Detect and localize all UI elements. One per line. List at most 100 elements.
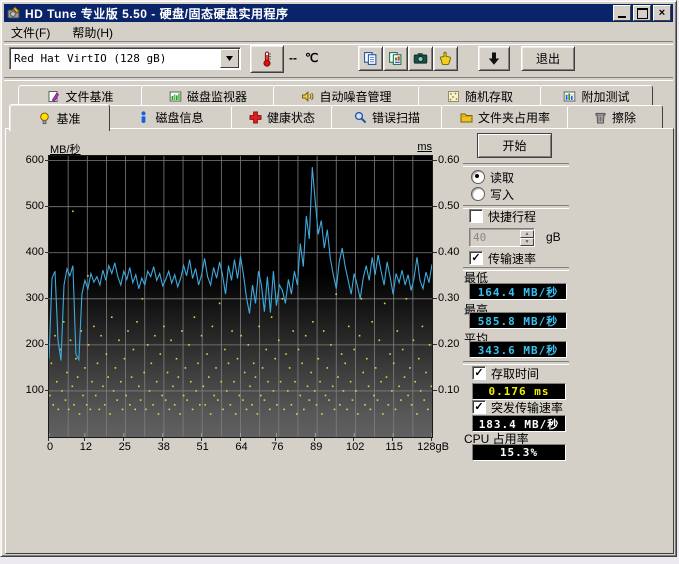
tab-label: 文件夹占用率	[478, 109, 550, 126]
burst-rate-label[interactable]: 突发传输速率	[491, 399, 563, 416]
tab-label: 擦除	[612, 109, 636, 126]
read-radio[interactable]	[471, 170, 485, 184]
right-axis-label: 0.10	[438, 384, 459, 396]
tab-benchmark[interactable]: 基准	[9, 104, 110, 131]
app-icon	[7, 6, 21, 20]
axis-tick	[433, 206, 437, 207]
disk-info-icon	[137, 111, 150, 124]
axis-tick	[201, 438, 202, 441]
right-axis-label: 0.30	[438, 292, 459, 304]
right-axis-label: 0.50	[438, 200, 459, 212]
screenshot-button[interactable]	[408, 46, 433, 71]
axis-tick	[275, 438, 276, 441]
x-axis-label: 51	[181, 441, 225, 453]
spinner-buttons[interactable]: ▲ ▼	[520, 230, 534, 245]
short-stroke-spinner[interactable]: 40 ▲ ▼	[469, 228, 535, 247]
speaker-icon	[301, 90, 314, 103]
tab-erase[interactable]: 擦除	[567, 105, 663, 130]
x-axis-label: 115	[372, 441, 416, 453]
right-axis-label: 0.20	[438, 338, 459, 350]
burst-rate-checkbox[interactable]: ✓	[472, 400, 486, 414]
axis-tick	[48, 438, 49, 441]
write-radio[interactable]	[471, 187, 485, 201]
tab-extra-tests[interactable]: 附加测试	[540, 85, 653, 107]
left-axis-label: 300	[18, 292, 44, 304]
left-axis-label: 100	[18, 384, 44, 396]
spin-down-icon[interactable]: ▼	[520, 238, 534, 246]
spin-up-icon[interactable]: ▲	[520, 230, 534, 238]
maximize-icon	[637, 8, 648, 19]
axis-tick	[45, 206, 49, 207]
app-window: HD Tune 专业版 5.50 - 硬盘/固态硬盘实用程序 × 文件(F) 帮…	[0, 0, 677, 557]
axis-tick	[84, 438, 85, 441]
x-axis-label: 12	[64, 441, 108, 453]
tab-folder-usage[interactable]: 文件夹占用率	[441, 105, 569, 130]
tab-label: 文件基准	[65, 88, 113, 105]
tab-label: 基准	[56, 110, 80, 127]
hand-icon	[438, 51, 453, 66]
temperature-button[interactable]	[250, 45, 284, 73]
menu-file[interactable]: 文件(F)	[5, 23, 56, 42]
hand-button[interactable]	[433, 46, 458, 71]
short-stroke-value: 40	[470, 231, 520, 244]
tab-label: 附加测试	[581, 88, 629, 105]
transfer-rate-label[interactable]: 传输速率	[488, 250, 536, 267]
axis-tick	[123, 438, 124, 441]
write-label[interactable]: 写入	[490, 186, 514, 203]
short-stroke-unit: gB	[546, 230, 561, 244]
close-icon: ×	[659, 8, 665, 19]
max-value: 585.8 MB/秒	[469, 312, 567, 329]
right-axis-unit: ms	[398, 141, 432, 153]
short-stroke-checkbox[interactable]	[469, 209, 483, 223]
divider	[463, 163, 569, 167]
axis-tick	[45, 298, 49, 299]
close-button[interactable]: ×	[653, 5, 671, 21]
menu-bar: 文件(F) 帮助(H)	[5, 24, 672, 41]
tab-error-scan[interactable]: 错误扫描	[331, 105, 443, 130]
copy-image-button[interactable]	[383, 46, 408, 71]
x-axis-label: 102	[333, 441, 377, 453]
start-button[interactable]: 开始	[477, 133, 552, 158]
x-axis-label: 76	[255, 441, 299, 453]
tab-disk-monitor[interactable]: 磁盘监视器	[141, 85, 275, 107]
download-button[interactable]	[478, 46, 510, 71]
read-label[interactable]: 读取	[490, 169, 514, 186]
maximize-button[interactable]	[633, 5, 651, 21]
benchmark-chart	[48, 155, 433, 438]
tab-label: 自动噪音管理	[319, 88, 391, 105]
left-axis-label: 400	[18, 246, 44, 258]
exit-button[interactable]: 退出	[521, 46, 575, 71]
access-time-checkbox[interactable]: ✓	[472, 366, 486, 380]
folder-icon	[460, 111, 473, 124]
thermometer-icon	[260, 51, 274, 67]
drive-select-arrow[interactable]	[220, 49, 239, 68]
tab-auto-acoustic[interactable]: 自动噪音管理	[273, 85, 420, 107]
axis-tick	[392, 438, 393, 441]
minimize-button[interactable]	[613, 5, 631, 21]
short-stroke-label[interactable]: 快捷行程	[488, 208, 536, 225]
tab-label: 磁盘信息	[155, 109, 203, 126]
down-arrow-icon	[487, 51, 501, 66]
left-axis-label: 500	[18, 200, 44, 212]
copy-image-icon	[388, 51, 403, 66]
tab-random-access[interactable]: 随机存取	[418, 85, 542, 107]
tab-label: 随机存取	[465, 88, 513, 105]
drive-select-value: Red Hat VirtIO (128 gB)	[10, 52, 166, 65]
x-axis-label: 128gB	[411, 441, 455, 453]
copy-icon	[363, 51, 378, 66]
tab-health[interactable]: 健康状态	[231, 105, 333, 130]
copy-text-button[interactable]	[358, 46, 383, 71]
transfer-rate-checkbox[interactable]: ✓	[469, 251, 483, 265]
left-axis-unit: MB/秒	[50, 141, 81, 157]
random-access-icon	[447, 90, 460, 103]
title-bar[interactable]: HD Tune 专业版 5.50 - 硬盘/固态硬盘实用程序 ×	[4, 4, 673, 22]
chevron-down-icon	[226, 56, 233, 61]
min-value: 164.4 MB/秒	[469, 283, 567, 300]
access-time-label[interactable]: 存取时间	[491, 365, 539, 382]
drive-select[interactable]: Red Hat VirtIO (128 gB)	[9, 47, 241, 70]
tab-disk-info[interactable]: 磁盘信息	[108, 105, 233, 130]
menu-help[interactable]: 帮助(H)	[66, 23, 119, 42]
health-icon	[249, 111, 262, 124]
x-axis-label: 25	[103, 441, 147, 453]
axis-tick	[433, 252, 437, 253]
